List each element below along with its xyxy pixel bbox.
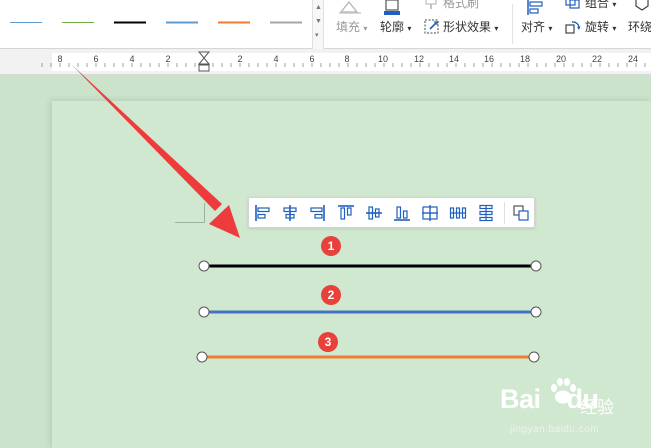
line-shape-3[interactable] (196, 351, 540, 363)
annotation-arrow (71, 64, 240, 238)
line-2-end-handle[interactable] (530, 306, 542, 318)
baidu-jingyan-watermark: Bai du 经验 jingyan.baidu.com (500, 374, 640, 444)
line-1-start-handle[interactable] (198, 260, 210, 272)
line-3-start-handle[interactable] (196, 351, 208, 363)
watermark-suffix: 经验 (580, 398, 614, 417)
step-badge-1: 1 (321, 236, 341, 256)
step-badge-2: 2 (321, 285, 341, 305)
watermark-url: jingyan.baidu.com (510, 424, 600, 435)
step-badge-3: 3 (318, 332, 338, 352)
line-1-end-handle[interactable] (530, 260, 542, 272)
line-2-start-handle[interactable] (198, 306, 210, 318)
annotation-arrow-shaft (71, 64, 222, 211)
line-3-end-handle[interactable] (528, 351, 540, 363)
annotation-arrow-head (209, 205, 240, 238)
line-shape-1[interactable] (198, 260, 542, 272)
line-shape-2[interactable] (198, 306, 542, 318)
